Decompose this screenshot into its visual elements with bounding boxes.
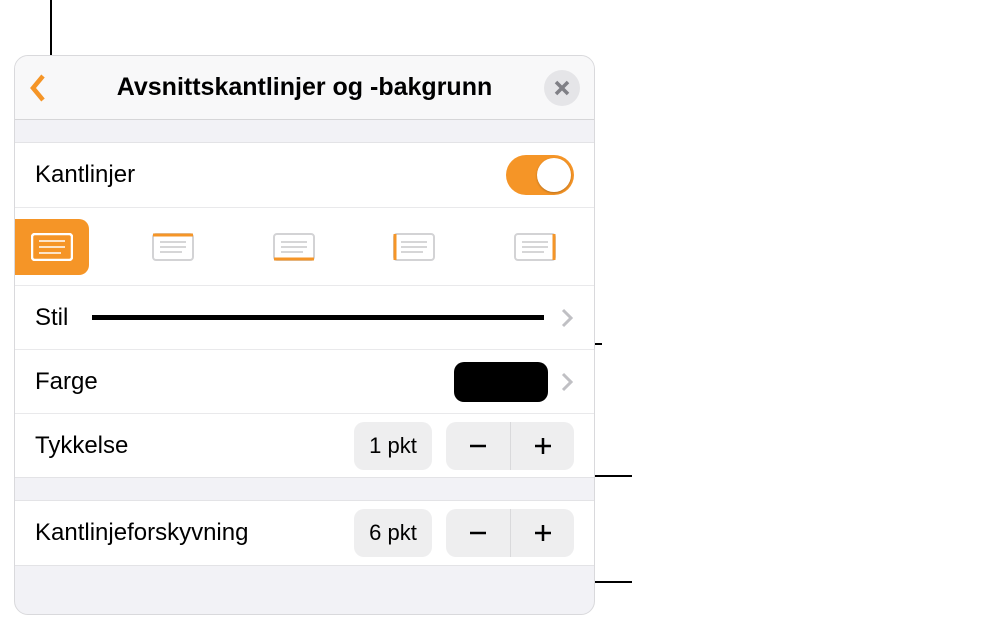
offset-section: Kantlinjeforskyvning 6 pkt bbox=[15, 500, 594, 566]
callout-line-top bbox=[50, 0, 52, 55]
plus-icon bbox=[532, 435, 554, 457]
chevron-left-icon bbox=[29, 73, 47, 103]
offset-decrement[interactable] bbox=[446, 509, 510, 557]
border-position-all[interactable] bbox=[15, 219, 89, 275]
style-row[interactable]: Stil bbox=[15, 285, 594, 349]
style-label: Stil bbox=[35, 304, 68, 332]
offset-row: Kantlinjeforskyvning 6 pkt bbox=[15, 501, 594, 565]
rect-bottom-border-icon bbox=[273, 233, 315, 261]
border-position-top[interactable] bbox=[136, 219, 210, 275]
panel-header: Avsnittskantlinjer og -bakgrunn bbox=[15, 56, 594, 120]
minus-icon bbox=[467, 435, 489, 457]
offset-value[interactable]: 6 pkt bbox=[354, 509, 432, 557]
thickness-decrement[interactable] bbox=[446, 422, 510, 470]
border-position-right[interactable] bbox=[498, 219, 572, 275]
switch-knob bbox=[537, 158, 571, 192]
rect-left-border-icon bbox=[393, 233, 435, 261]
borders-background-panel: Avsnittskantlinjer og -bakgrunn Kantlinj… bbox=[14, 55, 595, 615]
close-button[interactable] bbox=[544, 70, 580, 106]
rect-all-borders-icon bbox=[31, 233, 73, 261]
color-swatch bbox=[454, 362, 548, 402]
rect-right-border-icon bbox=[514, 233, 556, 261]
color-row[interactable]: Farge bbox=[15, 349, 594, 413]
chevron-right-icon bbox=[560, 306, 574, 330]
borders-section: Kantlinjer bbox=[15, 142, 594, 478]
thickness-row: Tykkelse 1 pkt bbox=[15, 413, 594, 477]
offset-increment[interactable] bbox=[510, 509, 574, 557]
thickness-label: Tykkelse bbox=[35, 432, 128, 460]
borders-toggle[interactable] bbox=[506, 155, 574, 195]
plus-icon bbox=[532, 522, 554, 544]
offset-stepper bbox=[446, 509, 574, 557]
minus-icon bbox=[467, 522, 489, 544]
thickness-value[interactable]: 1 pkt bbox=[354, 422, 432, 470]
back-button[interactable] bbox=[25, 68, 51, 108]
borders-toggle-label: Kantlinjer bbox=[35, 161, 135, 189]
rect-top-border-icon bbox=[152, 233, 194, 261]
panel-title: Avsnittskantlinjer og -bakgrunn bbox=[117, 73, 493, 102]
thickness-increment[interactable] bbox=[510, 422, 574, 470]
chevron-right-icon bbox=[560, 370, 574, 394]
color-label: Farge bbox=[35, 368, 98, 396]
border-position-left[interactable] bbox=[377, 219, 451, 275]
thickness-stepper bbox=[446, 422, 574, 470]
offset-label: Kantlinjeforskyvning bbox=[35, 519, 248, 547]
border-position-bottom[interactable] bbox=[257, 219, 331, 275]
borders-toggle-row: Kantlinjer bbox=[15, 143, 594, 207]
border-position-row bbox=[15, 207, 594, 285]
line-style-preview bbox=[92, 315, 544, 320]
close-icon bbox=[553, 79, 571, 97]
